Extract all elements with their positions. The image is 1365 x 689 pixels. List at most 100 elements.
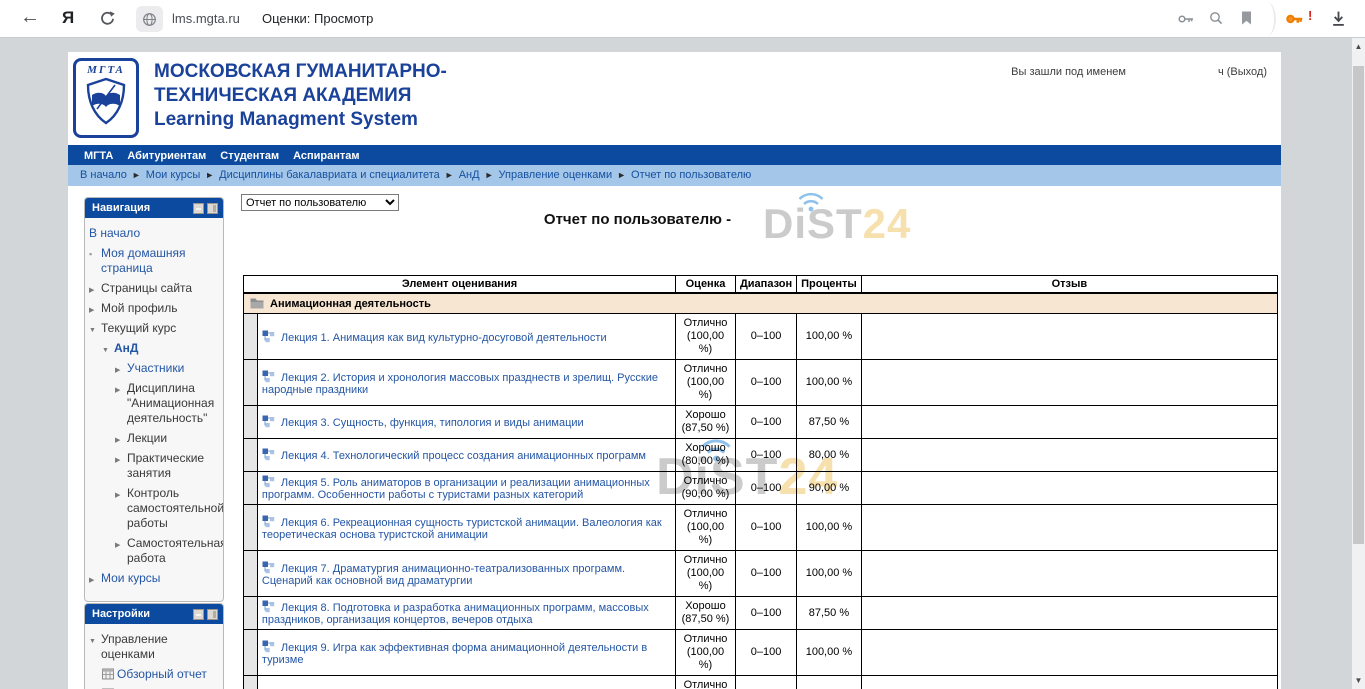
feedback-cell: [861, 472, 1277, 505]
breadcrumb-link[interactable]: Отчет по пользователю: [631, 169, 751, 181]
expand-toggle-icon[interactable]: ▶: [115, 383, 120, 398]
grade-row: Лекция 9. Игра как эффективная форма ани…: [244, 630, 1278, 676]
breadcrumb-link[interactable]: АнД: [459, 169, 480, 181]
breadcrumb-link[interactable]: Управление оценками: [499, 169, 613, 181]
lesson-icon: [262, 640, 275, 653]
nav-item: ▼ Текущий курс: [89, 321, 220, 336]
nav-item-label[interactable]: Моя домашняя страница: [101, 246, 186, 275]
grade-item-link[interactable]: Лекция 7. Драматургия анимационно-театра…: [262, 563, 625, 587]
expand-toggle-icon[interactable]: ▶: [115, 488, 120, 503]
feedback-cell: [861, 676, 1277, 689]
item-icon-slot: [262, 450, 281, 462]
lesson-icon: [262, 475, 275, 488]
grade-row: Лекция 1. Анимация как вид культурно-дос…: [244, 314, 1278, 360]
nav-item: ▼ АнД: [89, 341, 220, 356]
protect-password-alert-icon[interactable]: [1286, 11, 1305, 27]
bookmark-icon[interactable]: [1239, 10, 1254, 26]
expand-toggle-icon[interactable]: ▶: [89, 573, 94, 588]
mgta-logo[interactable]: МГТА: [73, 58, 139, 138]
alert-exclamation: !: [1308, 8, 1312, 23]
grade-item-link[interactable]: Лекция 1. Анимация как вид культурно-дос…: [281, 332, 607, 344]
grade-item-link[interactable]: Лекция 2. История и хронология массовых …: [262, 372, 658, 396]
grade-pct: (100,00 %): [680, 376, 731, 402]
scroll-down-arrow-icon[interactable]: ▼: [1352, 676, 1365, 685]
yandex-browser-icon[interactable]: Я: [62, 8, 74, 28]
nav-item-label[interactable]: АнД: [114, 341, 138, 355]
settings-block-title: Настройки: [92, 608, 150, 620]
site-info-chip[interactable]: [136, 6, 163, 32]
address-bar-url[interactable]: lms.mgta.ru: [172, 11, 240, 26]
breadcrumb-link[interactable]: Мои курсы: [146, 169, 200, 181]
grade-item-link[interactable]: Лекция 6. Рекреационная сущность туристс…: [262, 517, 662, 541]
report-type-select[interactable]: Отчет по пользователю: [241, 194, 399, 211]
grade-item-link[interactable]: Лекция 5. Роль аниматоров в организации …: [262, 477, 650, 501]
percent-cell: 87,50 %: [797, 406, 862, 439]
grade-item-link[interactable]: Лекция 8. Подготовка и разработка анимац…: [262, 602, 649, 626]
refresh-icon[interactable]: [99, 10, 116, 27]
settings-item-label: Управление оценками: [101, 632, 168, 661]
indent-cell: [244, 597, 258, 630]
range-cell: 0–100: [735, 505, 796, 551]
password-key-icon[interactable]: [1178, 11, 1195, 27]
percent-cell: 100,00 %: [797, 505, 862, 551]
grade-item-link[interactable]: Лекция 9. Игра как эффективная форма ани…: [262, 642, 647, 666]
expand-toggle-icon[interactable]: ▶: [115, 453, 120, 468]
login-info: Вы зашли под именем ч (Выход): [1011, 66, 1267, 78]
grade-row: Лекция 4. Технологический процесс создан…: [244, 439, 1278, 472]
download-icon[interactable]: [1330, 9, 1347, 28]
navbar-item-абитуриентам[interactable]: Абитуриентам: [127, 150, 206, 162]
wifi-arcs-icon: [794, 190, 828, 212]
grade-row: Лекция 6. Рекреационная сущность туристс…: [244, 505, 1278, 551]
breadcrumb-link[interactable]: В начало: [80, 169, 127, 181]
navbar-item-аспирантам[interactable]: Аспирантам: [293, 150, 359, 162]
expand-toggle-icon[interactable]: ▶: [115, 363, 120, 378]
item-icon-slot: [262, 372, 281, 384]
nav-item-label[interactable]: Мои курсы: [101, 571, 160, 585]
logout-link[interactable]: ч (Выход): [1218, 66, 1267, 78]
expand-toggle-icon[interactable]: ▶: [115, 538, 120, 553]
breadcrumb-link[interactable]: Дисциплины бакалавриата и специалитета: [219, 169, 440, 181]
nav-item-label: Контроль самостоятельной работы: [127, 486, 224, 530]
grade-pct: (100,00 %): [680, 567, 731, 593]
category-label: Анимационная деятельность: [270, 298, 431, 310]
collapse-toggle-icon[interactable]: ▼: [89, 634, 96, 649]
nav-item-label: Текущий курс: [101, 321, 176, 335]
feedback-cell: [861, 505, 1277, 551]
expand-toggle-icon[interactable]: ▶: [115, 433, 120, 448]
grade-pct: (100,00 %): [680, 521, 731, 547]
indent-cell: [244, 551, 258, 597]
navigation-list: В начало▪Моя домашняя страница▶Страницы …: [89, 226, 220, 586]
settings-item-label[interactable]: Обзорный отчет: [117, 667, 207, 681]
address-bar-page-title: Оценки: Просмотр: [262, 11, 373, 26]
settings-list: ▼Управление оценками Обзорный отчет Отче…: [89, 632, 220, 689]
grade-word: Хорошо: [680, 600, 731, 613]
range-cell: 0–100: [735, 406, 796, 439]
nav-item-label[interactable]: Участники: [127, 361, 184, 375]
nav-item-label[interactable]: В начало: [89, 226, 140, 240]
navbar-item-студентам[interactable]: Студентам: [220, 150, 279, 162]
block-minimize-icon[interactable]: [193, 609, 204, 620]
expand-toggle-icon[interactable]: ▶: [89, 303, 94, 318]
percent-cell: 87,50 %: [797, 597, 862, 630]
nav-item: ▶Страницы сайта: [89, 281, 220, 296]
feedback-cell: [861, 314, 1277, 360]
scroll-up-arrow-icon[interactable]: ▲: [1352, 42, 1365, 51]
back-button[interactable]: ←: [20, 6, 40, 29]
expand-toggle-icon[interactable]: ▶: [89, 283, 94, 298]
grade-item-link[interactable]: Лекция 4. Технологический процесс создан…: [281, 450, 646, 462]
range-cell: 0–100: [735, 472, 796, 505]
item-icon-slot: [262, 477, 281, 489]
range-cell: 0–100: [735, 439, 796, 472]
collapse-toggle-icon[interactable]: ▼: [89, 323, 96, 338]
navbar-item-мгта[interactable]: МГТА: [84, 150, 113, 162]
grade-word: Отлично: [680, 475, 731, 488]
grade-table-icon: [102, 668, 114, 680]
collapse-toggle-icon[interactable]: ▼: [102, 343, 109, 358]
scrollbar-thumb[interactable]: [1353, 66, 1364, 544]
indent-cell: [244, 360, 258, 406]
grade-pct: (87,50 %): [680, 613, 731, 626]
browser-scrollbar[interactable]: ▲ ▼: [1352, 38, 1365, 689]
block-dock-icon[interactable]: [207, 609, 218, 620]
search-zoom-icon[interactable]: [1208, 10, 1224, 26]
grade-item-link[interactable]: Лекция 3. Сущность, функция, типология и…: [281, 417, 584, 429]
